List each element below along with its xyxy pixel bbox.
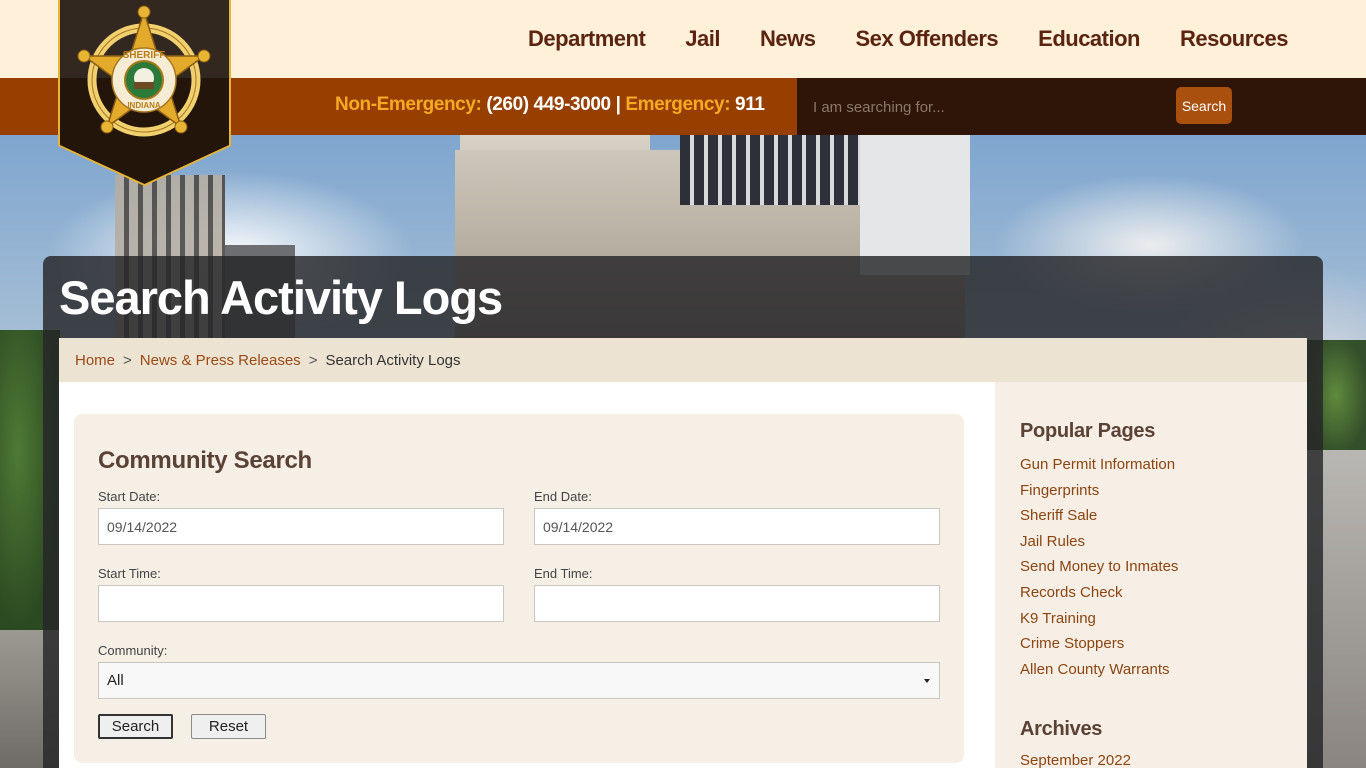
background-building xyxy=(860,135,970,275)
page-title: Search Activity Logs xyxy=(59,271,503,324)
archive-link-september-2022[interactable]: September 2022 xyxy=(1020,752,1131,768)
badge-indiana-text: INDIANA xyxy=(127,101,161,110)
community-label: Community: xyxy=(98,643,168,658)
popular-link-warrants[interactable]: Allen County Warrants xyxy=(1020,661,1170,678)
non-emergency-number[interactable]: (260) 449-3000 xyxy=(486,94,611,115)
popular-pages-heading: Popular Pages xyxy=(1020,420,1156,442)
contact-numbers: Non-Emergency: (260) 449-3000 | Emergenc… xyxy=(335,94,765,116)
end-time-input[interactable] xyxy=(534,585,940,622)
sheriff-badge-logo[interactable]: SHERIFF INDIANA xyxy=(58,0,231,186)
breadcrumb: Home > News & Press Releases > Search Ac… xyxy=(59,338,1307,382)
end-date-input[interactable] xyxy=(534,508,940,545)
start-time-input[interactable] xyxy=(98,585,504,622)
end-time-label: End Time: xyxy=(534,566,593,581)
popular-link-sheriff-sale[interactable]: Sheriff Sale xyxy=(1020,507,1097,524)
nav-news[interactable]: News xyxy=(760,26,816,52)
start-date-label: Start Date: xyxy=(98,489,161,504)
breadcrumb-home[interactable]: Home xyxy=(75,352,115,369)
site-search-input[interactable] xyxy=(805,88,1165,126)
nav-education[interactable]: Education xyxy=(1038,26,1140,52)
search-button[interactable]: Search xyxy=(98,714,173,739)
contact-separator: | xyxy=(615,94,621,115)
nav-department[interactable]: Department xyxy=(528,26,646,52)
breadcrumb-current: Search Activity Logs xyxy=(325,351,461,369)
community-select[interactable]: All xyxy=(98,662,940,699)
popular-link-send-money[interactable]: Send Money to Inmates xyxy=(1020,558,1178,575)
popular-link-crime-stoppers[interactable]: Crime Stoppers xyxy=(1020,635,1124,652)
reset-button[interactable]: Reset xyxy=(191,714,266,739)
archives-heading: Archives xyxy=(1020,718,1103,740)
breadcrumb-separator: > xyxy=(123,351,132,369)
badge-sheriff-text: SHERIFF xyxy=(123,50,166,61)
emergency-label: Emergency: xyxy=(625,94,731,115)
background-glass-building xyxy=(680,135,860,205)
popular-link-fingerprints[interactable]: Fingerprints xyxy=(1020,482,1099,499)
popular-link-k9-training[interactable]: K9 Training xyxy=(1020,610,1096,627)
site-search-button[interactable]: Search xyxy=(1176,87,1232,124)
end-date-label: End Date: xyxy=(534,489,592,504)
start-date-input[interactable] xyxy=(98,508,504,545)
main-nav: Department Jail News Sex Offenders Educa… xyxy=(528,26,1288,52)
chevron-down-icon xyxy=(924,679,930,683)
nav-jail[interactable]: Jail xyxy=(685,26,720,52)
emergency-number[interactable]: 911 xyxy=(735,94,765,115)
nav-sex-offenders[interactable]: Sex Offenders xyxy=(855,26,998,52)
sheriff-star-icon: SHERIFF INDIANA xyxy=(58,0,231,186)
nav-resources[interactable]: Resources xyxy=(1180,26,1289,52)
popular-pages-list: Gun Permit Information Fingerprints Sher… xyxy=(1020,452,1178,682)
breadcrumb-separator: > xyxy=(308,351,318,369)
popular-link-jail-rules[interactable]: Jail Rules xyxy=(1020,533,1085,550)
popular-link-gun-permit[interactable]: Gun Permit Information xyxy=(1020,456,1175,473)
non-emergency-label: Non-Emergency: xyxy=(335,94,482,115)
start-time-label: Start Time: xyxy=(98,566,161,581)
popular-link-records-check[interactable]: Records Check xyxy=(1020,584,1123,601)
community-selected-value: All xyxy=(107,672,124,689)
community-search-title: Community Search xyxy=(98,447,312,474)
breadcrumb-news-press-releases[interactable]: News & Press Releases xyxy=(140,352,301,369)
